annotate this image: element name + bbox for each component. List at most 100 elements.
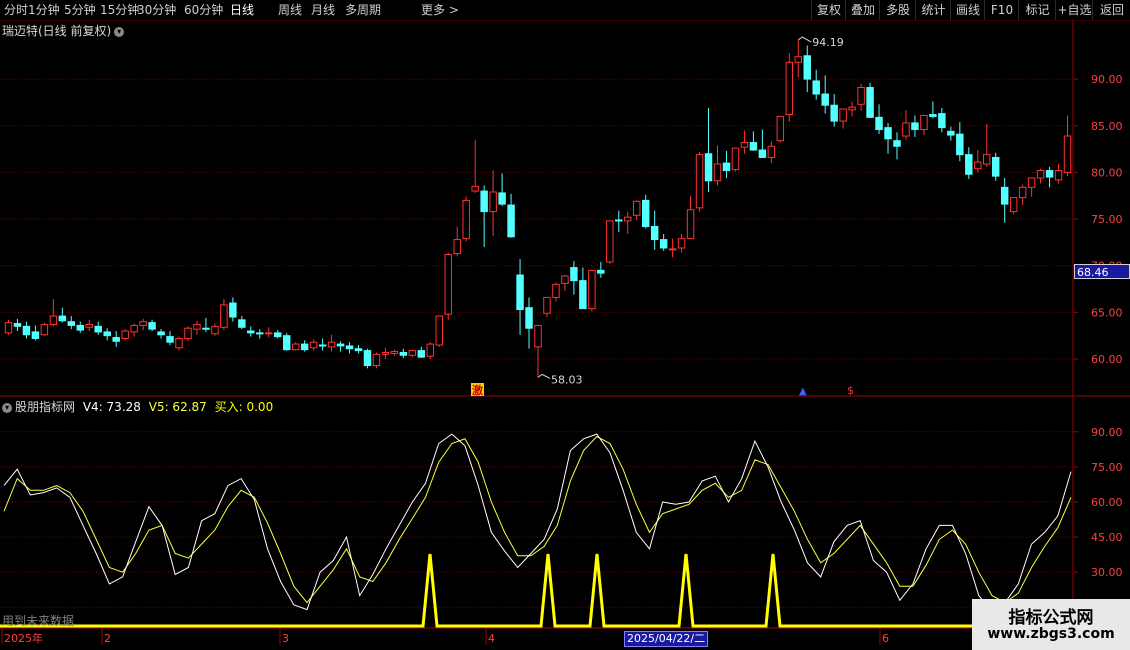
indicator-tick-label: 45.00 [1091,531,1123,544]
candle-body [13,323,22,327]
candle-body [354,348,363,352]
indicator-panel-title[interactable]: ▾ 股朋指标网 V4: 73.28 V5: 62.87 买入: 0.00 [2,398,273,415]
candle-body [381,351,390,355]
candle-body [704,153,713,182]
candle-body [1036,170,1045,179]
candle-body [866,86,874,118]
candle-body [220,304,228,328]
candle-body [22,325,31,336]
candle-body [247,330,255,334]
candle-body [417,350,426,358]
candle-body [893,140,901,147]
candle-body [875,116,883,130]
candle-body [686,209,695,240]
indicator-tick-label: 30.00 [1091,566,1123,579]
indicator-tick-label: 90.00 [1091,426,1123,439]
candle-body [677,238,686,249]
candle-body [345,345,354,350]
candle-body [471,185,479,192]
candle-body [274,332,282,338]
candle-body [902,122,910,137]
candle-body [390,351,399,354]
candle-body [965,154,973,175]
candle-body [489,191,497,213]
watermark-logo: 指标公式网 www.zbgs3.com [972,599,1130,650]
candle-body [31,331,40,339]
high-annotation-label: 94.19 [812,36,844,49]
candle-body [552,283,560,298]
event-marker-label: 激 [472,383,483,397]
candle-body [606,220,614,263]
chevron-down-icon[interactable]: ▾ [114,26,125,37]
candle-body [579,280,587,310]
candle-body [1018,186,1027,199]
candle-body [615,219,623,222]
date-label: 6 [882,632,889,645]
candle-body [1027,177,1036,188]
date-label: 4 [488,632,495,645]
stock-title[interactable]: 瑞迈特(日线 前复权) [2,24,111,38]
candle-body [776,115,785,142]
candle-body [265,332,273,335]
candle-body [211,325,219,335]
candle-body [794,56,802,63]
candle-body [166,336,174,343]
candle-body [929,114,937,117]
candle-body [327,341,336,348]
candle-body [40,323,49,336]
candle-body [121,330,129,339]
candle-body [803,55,811,80]
candle-body [58,315,67,322]
candle-body [758,149,767,158]
candle-body [193,323,201,330]
candle-body [920,114,928,130]
chevron-down-icon[interactable]: ▾ [2,402,12,413]
date-label: 2025年 [4,631,43,645]
candle-body [884,127,892,140]
candle-body [597,269,605,274]
candle-body [722,162,731,172]
candle-body [749,142,758,151]
candle-body [175,337,183,349]
price-tick-label: 75.00 [1091,213,1123,226]
candle-body [516,274,524,311]
current-price-tag: 68.46 [1074,264,1130,279]
candle-body [507,204,515,238]
candle-body [462,199,470,240]
price-tick-label: 80.00 [1091,166,1123,179]
buy-readout: 买入: 0.00 [214,400,274,414]
candle-body [561,275,569,284]
candle-body [1063,135,1072,173]
candle-body [1000,186,1009,205]
price-panel-title[interactable]: 瑞迈特(日线 前复权) ▾ [2,22,125,39]
candle-body [291,343,300,351]
candle-body [49,315,58,325]
candle-body [309,341,318,349]
price-tick-label: 90.00 [1091,73,1123,86]
candle-body [938,113,946,129]
price-tick-label: 60.00 [1091,353,1123,366]
candle-body [947,130,955,136]
candle-body [94,325,102,333]
candle-body [238,319,246,328]
candle-body [408,350,417,356]
candle-body [731,147,740,171]
date-label: 2 [104,632,111,645]
candle-body [1009,197,1018,213]
candle-body [991,156,1000,177]
indicator-name[interactable]: 股朋指标网 [15,400,75,414]
low-annotation-arrow [537,373,551,379]
candle-body [857,86,865,105]
signal-marker-triangle: ▲ [799,386,807,397]
candle-body [399,351,408,356]
candle-body [498,192,506,205]
candle-body [911,122,919,130]
candle-body [256,332,264,335]
candle-body [318,344,327,347]
candle-body [956,133,964,156]
candle-body [4,322,13,334]
candle-body [695,154,704,209]
candle-body [453,239,461,255]
candle-body [830,104,838,122]
candle-body [525,307,533,329]
